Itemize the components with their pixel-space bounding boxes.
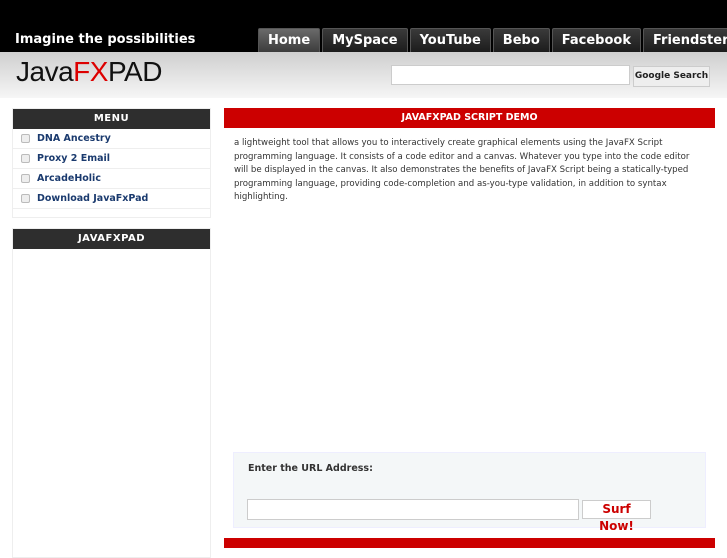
tagline: Imagine the possibilities bbox=[15, 32, 196, 47]
tab-youtube[interactable]: YouTube bbox=[409, 28, 491, 52]
menu-item-label: Download JavaFxPad bbox=[37, 193, 149, 204]
nav-tabs: Home MySpace YouTube Bebo Facebook Frien… bbox=[258, 28, 727, 52]
logo-java: Java bbox=[16, 56, 74, 87]
menu-item-label: ArcadeHolic bbox=[37, 173, 101, 184]
menu-box: MENU DNA Ancestry Proxy 2 Email ArcadeHo… bbox=[12, 108, 211, 218]
menu-item-proxy-2-email[interactable]: Proxy 2 Email bbox=[13, 149, 210, 169]
surf-now-button[interactable]: Surf Now! bbox=[582, 500, 651, 533]
bullet-icon bbox=[21, 154, 30, 163]
javafxpad-box: JAVAFXPAD bbox=[12, 228, 211, 558]
tab-home[interactable]: Home bbox=[258, 28, 321, 52]
description-line: programming language. It consists of a c… bbox=[234, 151, 690, 162]
description-line: highlighting. bbox=[234, 192, 288, 202]
bullet-icon bbox=[21, 134, 30, 143]
description-line: programming language, providing code-com… bbox=[234, 178, 667, 189]
bullet-icon bbox=[21, 174, 30, 183]
google-search-button[interactable]: Google Search bbox=[633, 66, 710, 87]
menu-item-download-javafxpad[interactable]: Download JavaFxPad bbox=[13, 189, 210, 209]
tab-facebook[interactable]: Facebook bbox=[551, 28, 641, 52]
url-input[interactable] bbox=[247, 499, 579, 520]
menu-title: MENU bbox=[13, 109, 210, 129]
menu-item-arcadeholic[interactable]: ArcadeHolic bbox=[13, 169, 210, 189]
search-input[interactable] bbox=[391, 65, 630, 85]
tab-bebo[interactable]: Bebo bbox=[492, 28, 550, 52]
menu-item-dna-ancestry[interactable]: DNA Ancestry bbox=[13, 129, 210, 149]
url-form: Enter the URL Address: Surf Now! bbox=[233, 452, 706, 533]
tab-friendster[interactable]: Friendster bbox=[643, 28, 727, 52]
main-title: JAVAFXPAD SCRIPT DEMO bbox=[224, 108, 715, 128]
menu-item-label: DNA Ancestry bbox=[37, 133, 111, 144]
description: a lightweight tool that allows you to in… bbox=[234, 137, 689, 205]
top-bar: Imagine the possibilities Home MySpace Y… bbox=[0, 0, 727, 52]
menu-item-label: Proxy 2 Email bbox=[37, 153, 111, 164]
site-logo[interactable]: JavaFXPAD bbox=[16, 56, 162, 88]
logo-pad: PAD bbox=[107, 56, 163, 87]
url-label: Enter the URL Address: bbox=[248, 463, 373, 474]
bullet-icon bbox=[21, 194, 30, 203]
description-line: a lightweight tool that allows you to in… bbox=[234, 138, 663, 148]
tab-myspace[interactable]: MySpace bbox=[322, 28, 408, 52]
javafxpad-box-title: JAVAFXPAD bbox=[13, 229, 210, 249]
section-header-bar bbox=[224, 538, 715, 548]
description-line: will be displayed in the canvas. It also… bbox=[234, 165, 689, 175]
logo-fx: FX bbox=[73, 56, 108, 87]
